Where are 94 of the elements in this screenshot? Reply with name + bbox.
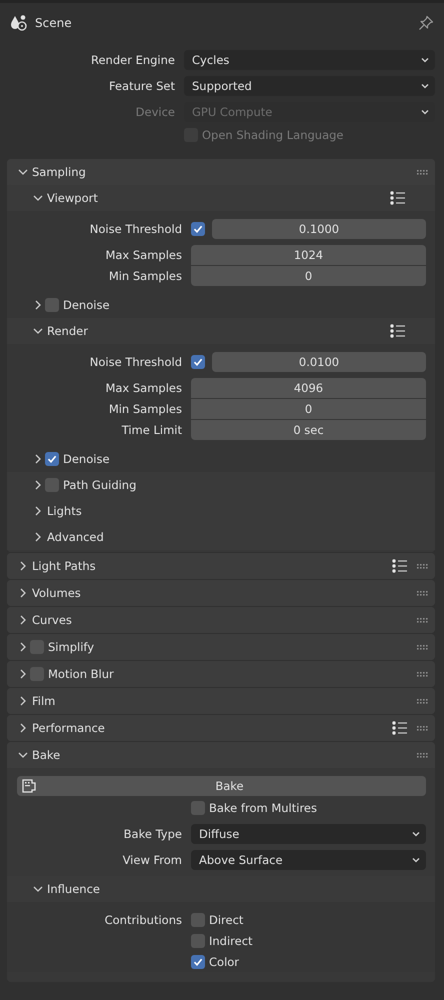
caret-icon	[421, 57, 429, 63]
subpanel-title[interactable]: Path Guiding	[63, 478, 136, 492]
checkbox-label[interactable]: Bake from Multires	[209, 801, 317, 815]
chevron-right-icon[interactable]	[33, 506, 43, 516]
number-field[interactable]: 0	[191, 399, 426, 419]
field-label: Max Samples	[105, 248, 182, 262]
dropdown[interactable]: Diffuse	[191, 824, 426, 844]
subpanel-title[interactable]: Influence	[47, 882, 100, 896]
chevron-right-icon[interactable]	[18, 588, 28, 598]
number-field[interactable]: 1024	[191, 245, 426, 265]
number-field[interactable]: 0	[191, 266, 426, 286]
chevron-down-icon[interactable]	[33, 326, 43, 336]
checkbox-label[interactable]: Color	[209, 955, 240, 969]
subpanel-title[interactable]: Render	[47, 324, 88, 338]
drag-handle-icon[interactable]	[417, 672, 428, 676]
subpanel-title[interactable]: Denoise	[63, 452, 110, 466]
checkbox[interactable]	[45, 478, 59, 492]
chevron-right-icon[interactable]	[18, 669, 28, 679]
field-label: Contributions	[104, 913, 182, 927]
field-label: Min Samples	[108, 269, 182, 283]
number-field[interactable]: 4096	[191, 378, 426, 398]
subpanel-title[interactable]: Denoise	[63, 298, 110, 312]
checkbox[interactable]	[45, 298, 59, 312]
number-field[interactable]: 0.1000	[212, 219, 426, 239]
field-label: Min Samples	[108, 402, 182, 416]
chevron-right-icon[interactable]	[18, 696, 28, 706]
drag-handle-icon[interactable]	[417, 618, 428, 622]
chevron-down-icon[interactable]	[33, 193, 43, 203]
bake-button[interactable]: Bake	[17, 776, 426, 796]
panel-title[interactable]: Simplify	[48, 640, 94, 654]
field-label: Device	[136, 105, 175, 119]
field-label: Bake Type	[124, 827, 182, 841]
chevron-right-icon[interactable]	[18, 723, 28, 733]
chevron-down-icon[interactable]	[18, 750, 28, 760]
chevron-right-icon[interactable]	[33, 480, 43, 490]
field-label: Render Engine	[90, 53, 175, 67]
subpanel-title[interactable]: Lights	[47, 504, 82, 518]
chevron-right-icon[interactable]	[18, 615, 28, 625]
caret-icon	[421, 109, 429, 115]
caret-icon	[412, 831, 420, 837]
chevron-right-icon[interactable]	[33, 454, 43, 464]
field-label: Noise Threshold	[90, 355, 182, 369]
panel-title: Scene	[35, 16, 72, 30]
checkbox[interactable]	[191, 355, 205, 369]
scene-icon	[10, 14, 27, 31]
dropdown[interactable]: Cycles	[184, 50, 435, 70]
panel-title[interactable]: Sampling	[32, 165, 86, 179]
field-label: View From	[122, 853, 182, 867]
panel-title[interactable]: Bake	[32, 748, 60, 762]
number-field[interactable]: 0 sec	[191, 420, 426, 440]
drag-handle-icon[interactable]	[417, 726, 428, 730]
chevron-right-icon[interactable]	[33, 300, 43, 310]
presets-icon[interactable]	[390, 191, 405, 205]
field-label: Time Limit	[122, 423, 182, 437]
film-icon	[21, 778, 37, 794]
presets-icon[interactable]	[390, 324, 405, 338]
chevron-down-icon[interactable]	[33, 884, 43, 894]
number-field[interactable]: 0.0100	[212, 352, 426, 372]
dropdown[interactable]: Above Surface	[191, 850, 426, 870]
presets-icon[interactable]	[392, 721, 407, 735]
panel-title[interactable]: Curves	[32, 613, 72, 627]
panel-title[interactable]: Film	[32, 694, 56, 708]
checkbox-label[interactable]: Indirect	[209, 934, 253, 948]
field-label: Noise Threshold	[90, 222, 182, 236]
drag-handle-icon[interactable]	[417, 752, 428, 758]
drag-handle-icon[interactable]	[417, 590, 428, 596]
drag-handle-icon[interactable]	[417, 644, 428, 650]
presets-icon[interactable]	[392, 559, 407, 573]
chevron-right-icon[interactable]	[33, 532, 43, 542]
checkbox[interactable]	[191, 955, 205, 969]
checkbox-label[interactable]: Direct	[209, 913, 244, 927]
drag-handle-icon[interactable]	[417, 698, 428, 704]
drag-handle-icon[interactable]	[417, 170, 428, 174]
panel-title[interactable]: Motion Blur	[48, 667, 114, 681]
panel-title[interactable]: Volumes	[32, 586, 81, 600]
dropdown[interactable]: Supported	[184, 76, 435, 96]
panel-title[interactable]: Light Paths	[32, 559, 96, 573]
caret-icon	[412, 857, 420, 863]
chevron-down-icon[interactable]	[18, 167, 28, 177]
checkbox[interactable]	[191, 801, 205, 815]
chevron-right-icon[interactable]	[18, 642, 28, 652]
pin-icon[interactable]	[418, 14, 434, 30]
caret-icon	[421, 83, 429, 89]
panel-title[interactable]: Performance	[32, 721, 105, 735]
subpanel-title[interactable]: Viewport	[47, 191, 98, 205]
checkbox[interactable]	[191, 934, 205, 948]
subpanel-title[interactable]: Advanced	[47, 530, 104, 544]
chevron-right-icon[interactable]	[18, 561, 28, 571]
checkbox[interactable]	[191, 222, 205, 236]
drag-handle-icon[interactable]	[417, 564, 428, 568]
field-label: Feature Set	[109, 79, 175, 93]
checkbox[interactable]	[191, 913, 205, 927]
field-label: Max Samples	[105, 381, 182, 395]
checkbox[interactable]	[45, 452, 59, 466]
